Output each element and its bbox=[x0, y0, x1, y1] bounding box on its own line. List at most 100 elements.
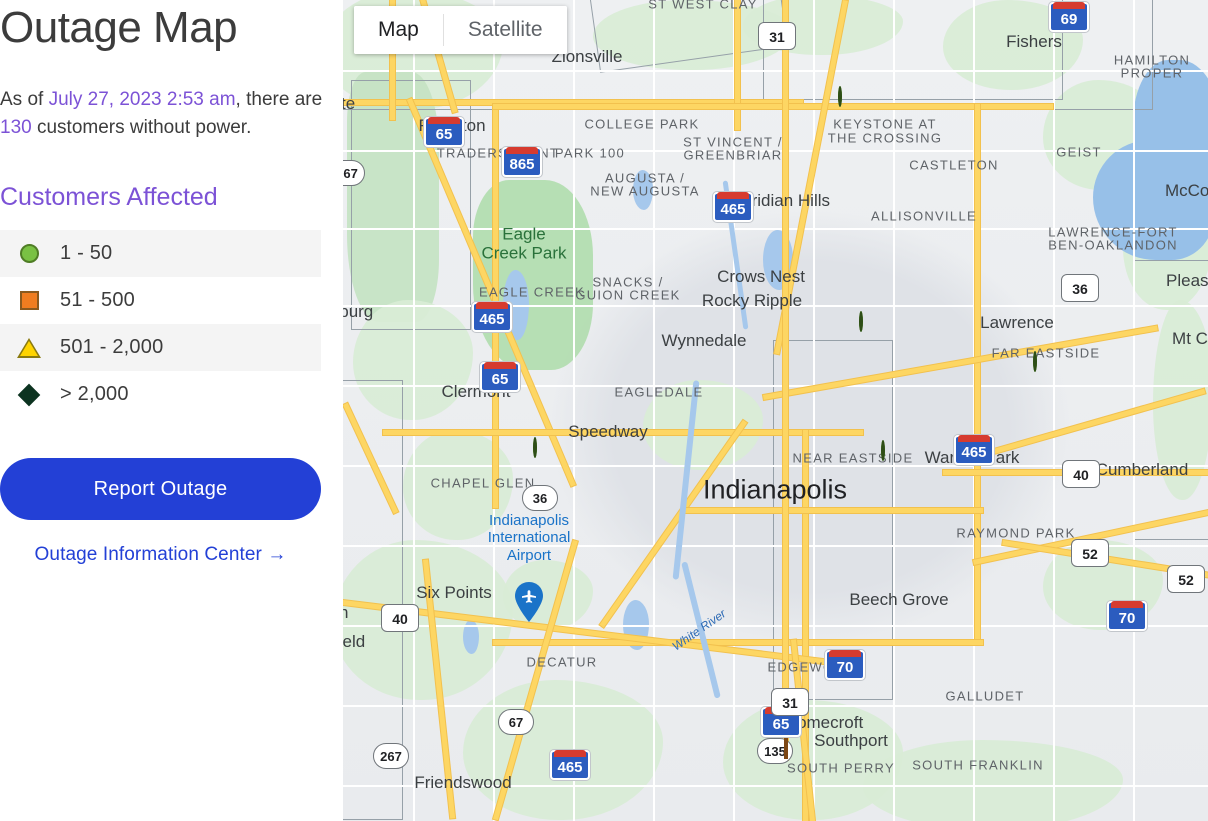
map-city-label: Pleasa bbox=[1166, 271, 1208, 290]
map-city-label: Royalton bbox=[418, 116, 486, 135]
map-overlay-layer: Zionsville Fishers Royalton Meridian Hills C… bbox=[343, 0, 1208, 821]
highway-shield-865: 865 bbox=[502, 147, 542, 177]
map-neighborhood-label: HAMILTON bbox=[1113, 52, 1191, 68]
map-neighborhood-label: GEIST bbox=[1056, 144, 1102, 160]
legend-row: 51 - 500 bbox=[0, 277, 321, 325]
highway-shield-52: 52 bbox=[1071, 539, 1109, 567]
map-poi-label: Indianapolis International Airport bbox=[487, 512, 571, 564]
map-neighborhood-label: SOUTH PERRY bbox=[787, 760, 895, 776]
highway-shield-40: 40 bbox=[1062, 460, 1100, 488]
legend-item-label: 1 - 50 bbox=[60, 242, 113, 265]
highway-shield-465: 465 bbox=[472, 302, 512, 332]
map-neighborhood-label: PROPER bbox=[1120, 65, 1184, 81]
map-city-label: sburg bbox=[343, 302, 374, 321]
map-neighborhood-label: SNACKS / bbox=[592, 274, 664, 290]
outage-marker-green-circle[interactable] bbox=[838, 86, 842, 107]
legend-row: > 2,000 bbox=[0, 371, 321, 419]
highway-shield-267: 267 bbox=[343, 160, 365, 186]
map-neighborhood-label: THE CROSSING bbox=[827, 130, 943, 146]
airport-pin-icon[interactable] bbox=[514, 582, 544, 622]
report-outage-button[interactable]: Report Outage bbox=[0, 458, 321, 521]
page-title: Outage Map bbox=[0, 3, 238, 52]
highway-shield-36: 36 bbox=[1061, 274, 1099, 302]
legend-item-label: 501 - 2,000 bbox=[60, 336, 164, 359]
map-city-label: on bbox=[343, 603, 349, 622]
outage-map-page: Outage Map As of July 27, 2023 2:53 am, … bbox=[0, 0, 1208, 821]
map-neighborhood-label: DECATUR bbox=[526, 654, 598, 670]
summary-timestamp: July 27, 2023 2:53 am bbox=[48, 89, 236, 110]
map-type-satellite-button[interactable]: Satellite bbox=[443, 6, 567, 54]
map-neighborhood-label: NEAR EASTSIDE bbox=[792, 450, 914, 466]
highway-shield-40: 40 bbox=[381, 604, 419, 632]
map-neighborhood-label: AUGUSTA / bbox=[604, 170, 686, 186]
map-neighborhood-label: BEN-OAKLANDON bbox=[1048, 237, 1178, 253]
map-neighborhood-label: ALLISONVILLE bbox=[871, 208, 977, 224]
map-city-label: Fishers bbox=[1006, 32, 1062, 51]
map-city-label: McCor bbox=[1164, 181, 1208, 200]
green-circle-icon bbox=[14, 239, 44, 269]
map-city-label: Cumberland bbox=[1095, 460, 1189, 479]
highway-shield-267: 267 bbox=[373, 743, 409, 769]
outage-marker-green-circle[interactable] bbox=[1033, 351, 1037, 372]
map-city-label: Rocky Ripple bbox=[701, 291, 803, 310]
summary-customer-count: 130 bbox=[0, 116, 32, 138]
map-city-label: Speedway bbox=[568, 422, 648, 441]
highway-shield-465: 465 bbox=[550, 750, 590, 780]
map-neighborhood-label: RAYMOND PARK bbox=[956, 525, 1076, 541]
map-neighborhood-label: TRADERS POINT bbox=[436, 145, 560, 161]
map-neighborhood-label: EAGLEDALE bbox=[614, 384, 704, 400]
summary-middle: , there are bbox=[235, 89, 323, 110]
map-type-toggle[interactable]: Map Satellite bbox=[354, 6, 567, 54]
highway-shield-52: 52 bbox=[1167, 565, 1205, 593]
map-city-label: Homecroft bbox=[784, 713, 864, 732]
map-canvas[interactable]: Map Satellite Zionsville Fishers Royalton M… bbox=[343, 0, 1208, 821]
map-neighborhood-label: EAGLE CREEK bbox=[478, 284, 586, 300]
map-park-label: Eagle Creek Park bbox=[481, 224, 567, 262]
map-type-map-button[interactable]: Map bbox=[354, 6, 443, 54]
map-city-label: Mt C bbox=[1172, 329, 1208, 348]
map-neighborhood-label: LAWRENCE-FORT bbox=[1048, 224, 1178, 240]
legend-item-label: > 2,000 bbox=[60, 383, 129, 406]
summary-prefix: As of bbox=[0, 89, 49, 110]
map-neighborhood-label: GREENBRIAR bbox=[683, 147, 783, 163]
highway-shield-31: 31 bbox=[758, 22, 796, 50]
map-neighborhood-label: COLLEGE PARK bbox=[584, 116, 700, 132]
map-city-label: Warren Park bbox=[924, 448, 1020, 467]
map-city-label: ield bbox=[343, 632, 366, 651]
summary-suffix: customers without power. bbox=[31, 116, 252, 138]
map-neighborhood-label: SOUTH FRANKLIN bbox=[912, 757, 1044, 773]
outage-summary-text: As of July 27, 2023 2:53 am, there are 1… bbox=[0, 86, 325, 141]
legend-row: 1 - 50 bbox=[0, 230, 321, 278]
map-neighborhood-label: GUION CREEK bbox=[575, 287, 681, 303]
highway-shield-465: 465 bbox=[713, 192, 753, 222]
map-water-label: White River bbox=[669, 606, 729, 654]
customers-affected-legend: 1 - 50 51 - 500 501 - 2,000 > 2,000 bbox=[0, 230, 321, 419]
map-city-label: Clermont bbox=[441, 382, 511, 401]
map-neighborhood-label: KEYSTONE AT bbox=[833, 116, 937, 132]
map-neighborhood-label: EDGEWOOD bbox=[767, 659, 857, 675]
yellow-triangle-icon bbox=[14, 333, 44, 363]
highway-shield-65: 65 bbox=[424, 117, 464, 147]
outage-marker-green-circle[interactable] bbox=[533, 437, 537, 458]
map-neighborhood-label: NEW AUGUSTA bbox=[590, 183, 700, 199]
outage-information-center-link[interactable]: Outage Information Center → bbox=[0, 544, 321, 566]
map-neighborhood-label: FAR EASTSIDE bbox=[991, 345, 1101, 361]
outage-marker-green-circle[interactable] bbox=[881, 440, 885, 461]
outage-marker-green-circle[interactable] bbox=[859, 311, 863, 332]
highway-shield-65: 65 bbox=[761, 707, 801, 737]
map-neighborhood-label: CHAPEL GLEN bbox=[430, 475, 536, 491]
dark-diamond-icon bbox=[14, 380, 44, 410]
map-neighborhood-label: PARK 100 bbox=[554, 145, 626, 161]
legend-item-label: 51 - 500 bbox=[60, 289, 135, 312]
map-neighborhood-label: GALLUDET bbox=[945, 688, 1025, 704]
outage-marker-orange-square[interactable] bbox=[784, 738, 788, 759]
highway-shield-65: 65 bbox=[480, 362, 520, 392]
highway-shield-67: 67 bbox=[498, 709, 534, 735]
legend-row: 501 - 2,000 bbox=[0, 324, 321, 372]
map-city-label: Friendswood bbox=[414, 773, 512, 792]
map-neighborhood-label: CASTLETON bbox=[909, 157, 999, 173]
map-city-label: Meridian Hills bbox=[727, 191, 831, 210]
map-city-label: Southport bbox=[814, 731, 888, 750]
map-center-city-label: Indianapolis bbox=[702, 474, 848, 505]
highway-shield-70: 70 bbox=[825, 650, 865, 680]
